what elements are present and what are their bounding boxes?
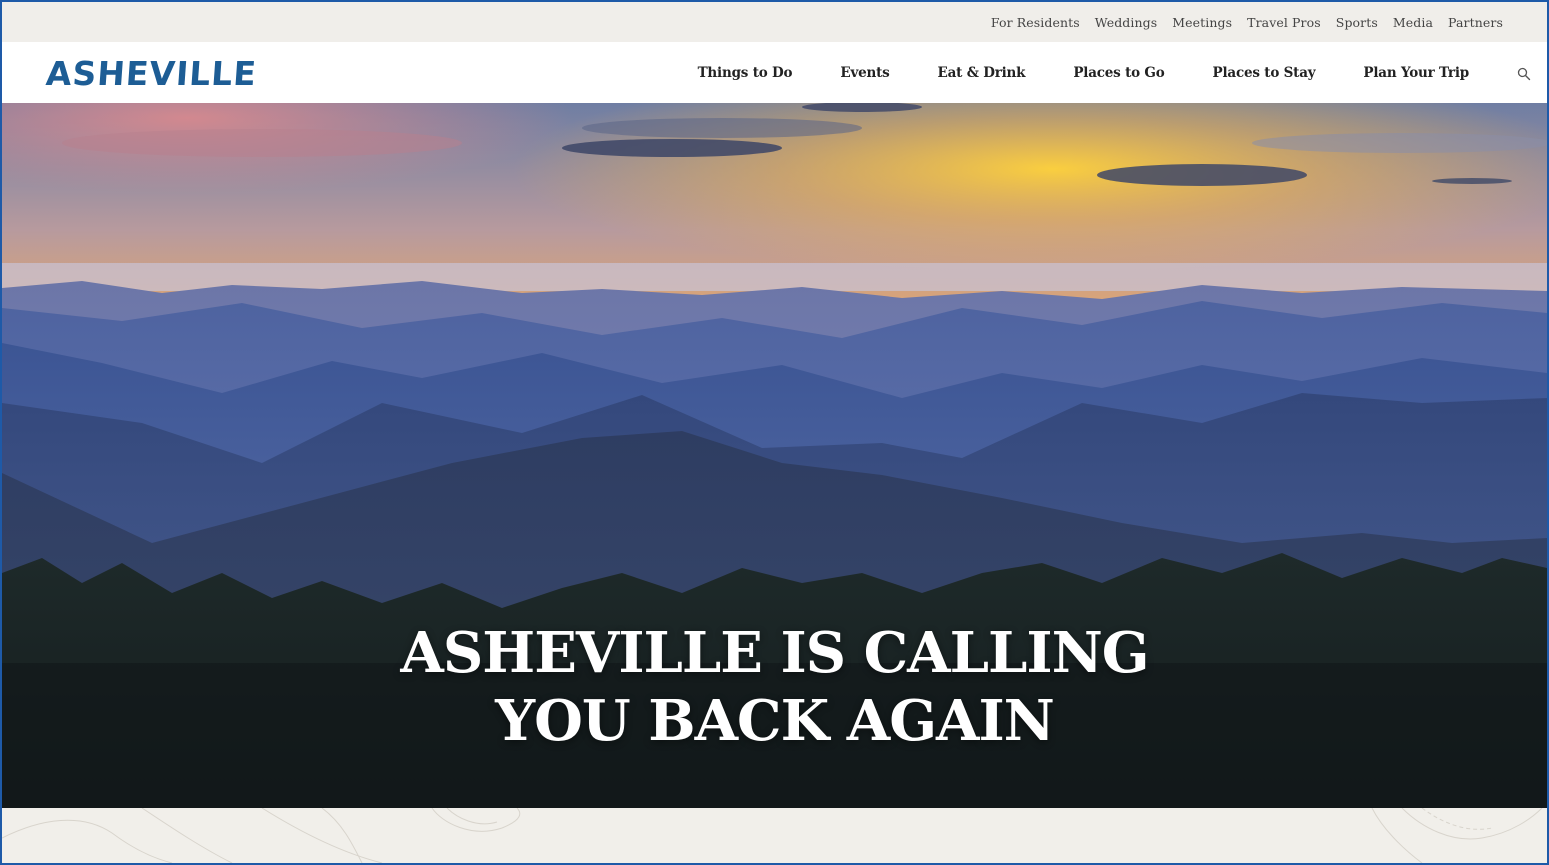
utility-nav: For Residents Weddings Meetings Travel P…: [2, 2, 1547, 42]
topo-lines-decoration: [2, 808, 1543, 863]
topo-pattern-strip: [2, 808, 1547, 863]
utility-link-partners[interactable]: Partners: [1448, 15, 1503, 30]
utility-link-sports[interactable]: Sports: [1336, 15, 1378, 30]
search-icon[interactable]: [1517, 66, 1531, 81]
utility-link-meetings[interactable]: Meetings: [1172, 15, 1232, 30]
utility-link-travel-pros[interactable]: Travel Pros: [1247, 15, 1321, 30]
nav-item-eat-drink[interactable]: Eat & Drink: [938, 65, 1026, 81]
utility-link-for-residents[interactable]: For Residents: [991, 15, 1080, 30]
nav-item-things-to-do[interactable]: Things to Do: [698, 65, 793, 81]
primary-nav: Things to Do Events Eat & Drink Places t…: [650, 42, 1470, 103]
nav-item-events[interactable]: Events: [840, 65, 889, 81]
utility-link-media[interactable]: Media: [1393, 15, 1433, 30]
hero-title-line-2: YOU BACK AGAIN: [495, 688, 1055, 754]
utility-link-weddings[interactable]: Weddings: [1095, 15, 1158, 30]
nav-item-places-to-stay[interactable]: Places to Stay: [1213, 65, 1316, 81]
site-logo[interactable]: ASHEVILLE: [45, 54, 259, 93]
main-header: ASHEVILLE Things to Do Events Eat & Drin…: [2, 42, 1547, 103]
hero-title: ASHEVILLE IS CALLING YOU BACK AGAIN: [2, 619, 1547, 755]
nav-item-places-to-go[interactable]: Places to Go: [1073, 65, 1164, 81]
nav-item-plan-your-trip[interactable]: Plan Your Trip: [1363, 65, 1469, 81]
hero-title-line-1: ASHEVILLE IS CALLING: [400, 620, 1149, 686]
hero-banner: ASHEVILLE IS CALLING YOU BACK AGAIN: [2, 103, 1547, 808]
